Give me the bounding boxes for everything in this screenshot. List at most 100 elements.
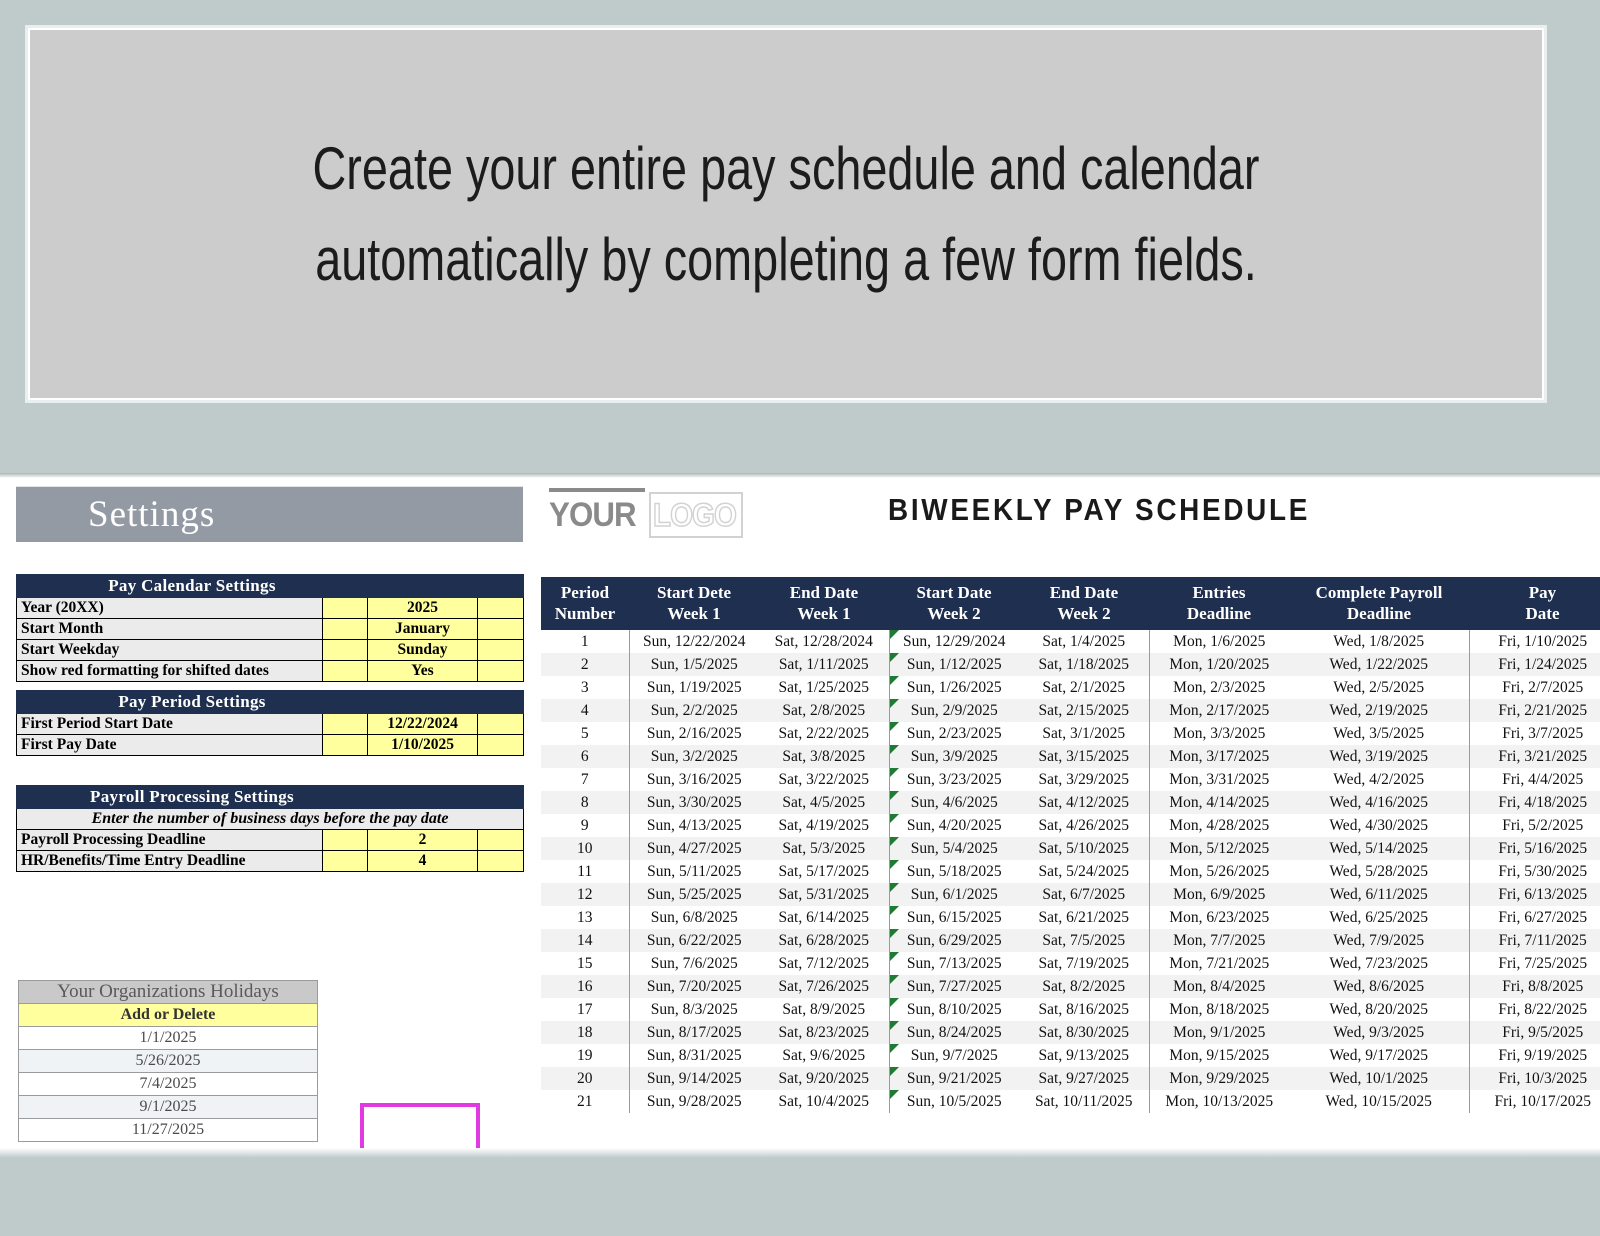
complete-payroll-deadline-cell: Wed, 9/17/2025 xyxy=(1289,1044,1469,1068)
pay-date-cell: Fri, 4/4/2025 xyxy=(1468,768,1600,792)
table-row: Pay Period Settings xyxy=(15,690,525,714)
end-date-week2-cell: Sat, 8/16/2025 xyxy=(1019,998,1149,1022)
pay-date-cell: Fri, 7/25/2025 xyxy=(1468,952,1600,976)
table-row: 5 Sun, 2/16/2025 Sat, 2/22/2025 Sun, 2/23/2… xyxy=(541,722,1600,746)
holiday-date-cell[interactable]: 11/27/2025 xyxy=(18,1118,318,1142)
end-date-week1-cell: Sat, 5/17/2025 xyxy=(759,860,889,884)
pay-date-cell: Fri, 5/2/2025 xyxy=(1468,814,1600,838)
red-formatting-input[interactable]: Yes xyxy=(367,660,478,682)
first-pay-date-input[interactable]: 1/10/2025 xyxy=(367,734,479,756)
complete-payroll-deadline-cell: Wed, 2/19/2025 xyxy=(1289,699,1469,723)
period-number-cell: 18 xyxy=(541,1021,629,1045)
biweekly-pay-schedule-table: Period Number Start Dete Week 1 End Date… xyxy=(541,577,1600,1114)
end-date-week1-cell: Sat, 4/5/2025 xyxy=(759,791,889,815)
start-weekday-input[interactable]: Sunday xyxy=(367,639,478,661)
period-number-cell: 14 xyxy=(541,929,629,953)
holiday-date-cell[interactable]: 5/26/2025 xyxy=(18,1049,318,1073)
period-number-cell: 15 xyxy=(541,952,629,976)
add-or-delete-button[interactable]: Add or Delete xyxy=(18,1003,318,1027)
start-date-week2-cell: Sun, 7/27/2025 xyxy=(888,975,1019,999)
pay-date-cell: Fri, 8/8/2025 xyxy=(1468,975,1600,999)
end-date-week1-cell: Sat, 1/25/2025 xyxy=(759,676,889,700)
end-date-week2-cell: Sat, 3/15/2025 xyxy=(1019,745,1149,769)
period-number-cell: 19 xyxy=(541,1044,629,1068)
table-row: 21 Sun, 9/28/2025 Sat, 10/4/2025 Sun, 10/5/… xyxy=(541,1090,1600,1114)
holiday-date-cell[interactable]: 1/1/2025 xyxy=(18,1026,318,1050)
start-date-week1-cell: Sun, 1/19/2025 xyxy=(628,676,759,700)
start-date-week2-cell: Sun, 2/9/2025 xyxy=(888,699,1019,723)
start-date-week2-cell: Sun, 2/23/2025 xyxy=(888,722,1019,746)
row-label: Start Month xyxy=(16,618,323,640)
table-row: 5/26/2025 xyxy=(18,1049,318,1073)
start-date-week1-cell: Sun, 7/6/2025 xyxy=(628,952,759,976)
period-number-cell: 13 xyxy=(541,906,629,930)
entries-deadline-cell: Mon, 6/9/2025 xyxy=(1148,883,1289,907)
end-date-week1-cell: Sat, 8/23/2025 xyxy=(759,1021,889,1045)
col-line1: Period xyxy=(560,583,610,602)
table-row: 11/27/2025 xyxy=(18,1118,318,1142)
period-number-cell: 12 xyxy=(541,883,629,907)
hr-benefits-deadline-input[interactable]: 4 xyxy=(367,850,479,872)
col-line2: Week 2 xyxy=(927,603,981,623)
end-date-week2-cell: Sat, 4/12/2025 xyxy=(1019,791,1149,815)
table-row: 3 Sun, 1/19/2025 Sat, 1/25/2025 Sun, 1/26/2… xyxy=(541,676,1600,700)
end-date-week2-cell: Sat, 7/19/2025 xyxy=(1019,952,1149,976)
end-date-week1-cell: Sat, 12/28/2024 xyxy=(759,630,889,654)
pad-cell xyxy=(322,597,368,619)
end-date-week2-cell: Sat, 2/15/2025 xyxy=(1019,699,1149,723)
entries-deadline-cell: Mon, 9/15/2025 xyxy=(1148,1044,1289,1068)
holiday-date-cell[interactable]: 7/4/2025 xyxy=(18,1072,318,1096)
end-date-week2-cell: Sat, 8/30/2025 xyxy=(1019,1021,1149,1045)
entries-deadline-cell: Mon, 7/21/2025 xyxy=(1148,952,1289,976)
start-date-week2-cell: Sun, 5/4/2025 xyxy=(888,837,1019,861)
entries-deadline-cell: Mon, 5/26/2025 xyxy=(1148,860,1289,884)
start-month-input[interactable]: January xyxy=(367,618,478,640)
pay-date-cell: Fri, 1/24/2025 xyxy=(1468,653,1600,677)
table-row: 1/1/2025 xyxy=(18,1026,318,1050)
start-date-week2-cell: Sun, 8/10/2025 xyxy=(888,998,1019,1022)
end-date-week2-cell: Sat, 5/10/2025 xyxy=(1019,837,1149,861)
first-period-start-date-input[interactable]: 12/22/2024 xyxy=(367,713,479,735)
col-period-number: Period Number xyxy=(541,577,629,631)
period-number-cell: 16 xyxy=(541,975,629,999)
start-date-week1-cell: Sun, 2/2/2025 xyxy=(628,699,759,723)
complete-payroll-deadline-cell: Wed, 2/5/2025 xyxy=(1289,676,1469,700)
end-date-week1-cell: Sat, 5/31/2025 xyxy=(759,883,889,907)
pay-date-cell: Fri, 10/3/2025 xyxy=(1468,1067,1600,1091)
table-row: First Pay Date 1/10/2025 xyxy=(16,734,525,756)
entries-deadline-cell: Mon, 7/7/2025 xyxy=(1148,929,1289,953)
row-label: Show red formatting for shifted dates xyxy=(16,660,323,682)
end-date-week1-cell: Sat, 2/8/2025 xyxy=(759,699,889,723)
year-input[interactable]: 2025 xyxy=(367,597,478,619)
start-date-week1-cell: Sun, 5/25/2025 xyxy=(628,883,759,907)
pay-date-cell: Fri, 7/11/2025 xyxy=(1468,929,1600,953)
pay-period-settings-table: Pay Period Settings First Period Start D… xyxy=(15,690,525,756)
start-date-week1-cell: Sun, 8/17/2025 xyxy=(628,1021,759,1045)
table-row: 11 Sun, 5/11/2025 Sat, 5/17/2025 Sun, 5/18/… xyxy=(541,860,1600,884)
table-row: Enter the number of business days before… xyxy=(15,808,525,830)
end-date-week1-cell: Sat, 3/8/2025 xyxy=(759,745,889,769)
complete-payroll-deadline-cell: Wed, 3/5/2025 xyxy=(1289,722,1469,746)
holidays-header: Your Organizations Holidays xyxy=(18,980,318,1004)
table-row: 1 Sun, 12/22/2024 Sat, 12/28/2024 Sun, 12/2… xyxy=(541,630,1600,654)
start-date-week2-cell: Sun, 6/1/2025 xyxy=(888,883,1019,907)
table-row: 8 Sun, 3/30/2025 Sat, 4/5/2025 Sun, 4/6/202… xyxy=(541,791,1600,815)
holiday-date-cell[interactable]: 9/1/2025 xyxy=(18,1095,318,1119)
headline-text: Create your entire pay schedule and cale… xyxy=(312,134,1260,293)
payroll-processing-deadline-input[interactable]: 2 xyxy=(367,829,479,851)
complete-payroll-deadline-cell: Wed, 5/14/2025 xyxy=(1289,837,1469,861)
table-row: 14 Sun, 6/22/2025 Sat, 6/28/2025 Sun, 6/29/… xyxy=(541,929,1600,953)
start-date-week2-cell: Sun, 12/29/2024 xyxy=(888,630,1019,654)
col-entries-deadline: Entries Deadline xyxy=(1149,577,1289,631)
start-date-week2-cell: Sun, 10/5/2025 xyxy=(888,1090,1019,1114)
col-start-date-week1: Start Dete Week 1 xyxy=(629,577,759,631)
pay-date-cell: Fri, 4/18/2025 xyxy=(1468,791,1600,815)
start-date-week2-cell: Sun, 9/21/2025 xyxy=(888,1067,1019,1091)
end-date-week2-cell: Sat, 6/21/2025 xyxy=(1019,906,1149,930)
pay-period-header: Pay Period Settings xyxy=(15,690,369,714)
pay-date-cell: Fri, 2/21/2025 xyxy=(1468,699,1600,723)
company-logo-placeholder: YOUR LOGO xyxy=(549,488,749,540)
payroll-processing-settings-table: Payroll Processing Settings Enter the nu… xyxy=(15,785,525,872)
end-date-week1-cell: Sat, 9/20/2025 xyxy=(759,1067,889,1091)
entries-deadline-cell: Mon, 9/1/2025 xyxy=(1148,1021,1289,1045)
